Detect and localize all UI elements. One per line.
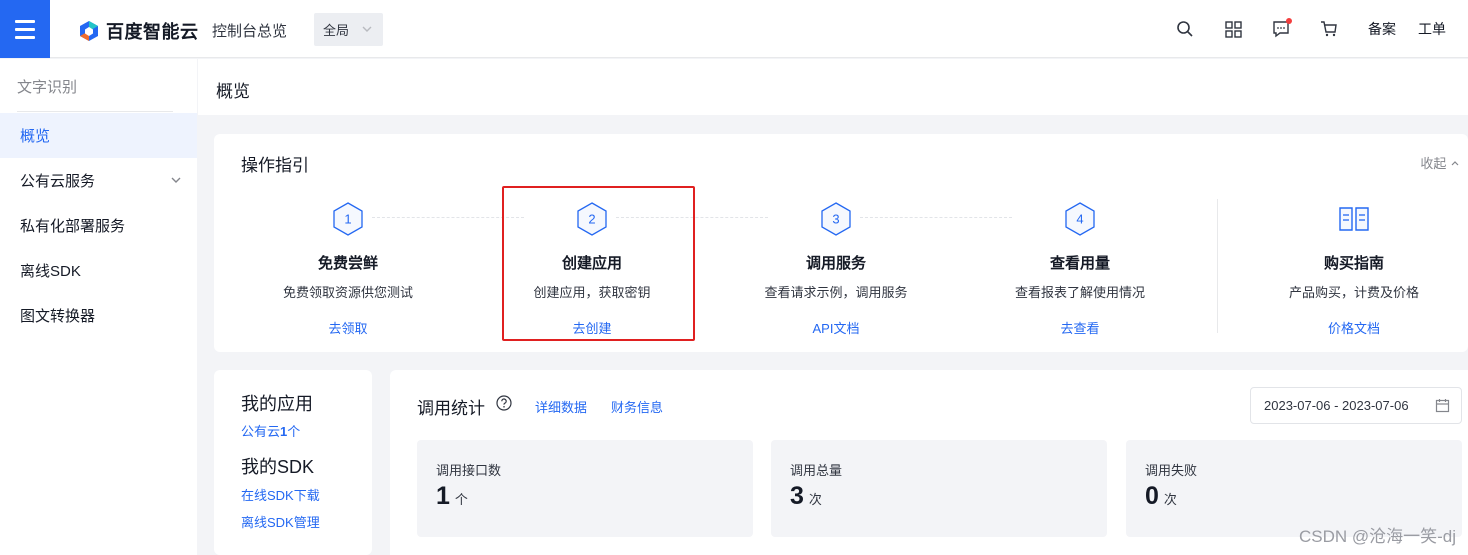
purchase-name: 购买指南 (1323, 255, 1384, 272)
svg-text:1: 1 (344, 212, 351, 227)
top-toolbar: 备案 工单 (1154, 0, 1468, 58)
sidebar: 文字识别 概览 公有云服务 私有化部署服务 离线SDK 图文转换器 (0, 59, 197, 555)
sidebar-item-label: 图文转换器 (20, 308, 96, 325)
operation-guide-panel: 操作指引 收起 1 免费尝鲜 免费领取资源供您测试 去领取 2 创建应用 创建应… (214, 134, 1468, 352)
sidebar-item-label: 离线SDK (20, 263, 81, 280)
guide-step: 3 调用服务 查看请求示例，调用服务 API文档 (714, 202, 958, 338)
help-icon[interactable] (496, 395, 512, 411)
finance-info-tab[interactable]: 财务信息 (611, 397, 663, 416)
stat-value-row: 0次 (1145, 482, 1177, 511)
divider (17, 111, 173, 112)
stat-label: 调用总量 (790, 463, 843, 478)
sidebar-title: 文字识别 (17, 79, 78, 96)
api-docs-link[interactable]: API文档 (813, 318, 860, 337)
step-name: 调用服务 (805, 255, 866, 272)
brand-logo[interactable]: 百度智能云 (78, 18, 199, 44)
public-cloud-apps-link[interactable]: 公有云1个 (241, 421, 300, 440)
stat-unit: 个 (454, 492, 468, 507)
ticket-link[interactable]: 工单 (1418, 19, 1446, 39)
stat-card-total-calls: 调用总量 3次 (771, 440, 1107, 537)
chevron-down-icon (362, 26, 372, 32)
pricing-docs-link[interactable]: 价格文档 (1328, 318, 1380, 337)
menu-icon[interactable] (0, 0, 50, 58)
chevron-up-icon (1451, 161, 1459, 166)
collapse-button[interactable]: 收起 (1420, 153, 1460, 172)
guide-step: 4 查看用量 查看报表了解使用情况 去查看 (958, 202, 1202, 338)
message-icon[interactable] (1264, 12, 1298, 46)
region-select[interactable]: 全局 (314, 13, 383, 46)
sidebar-item-overview[interactable]: 概览 (0, 113, 197, 158)
chevron-down-icon (171, 177, 181, 183)
offline-sdk-manage-link[interactable]: 离线SDK管理 (241, 512, 320, 531)
step-name: 查看用量 (1049, 255, 1110, 272)
region-value: 全局 (323, 23, 350, 38)
book-icon (1339, 207, 1369, 231)
sidebar-item-image-converter[interactable]: 图文转换器 (0, 293, 197, 338)
stat-value: 1 (436, 482, 450, 510)
purchase-guide: 购买指南 产品购买，计费及价格 价格文档 (1232, 202, 1468, 338)
stat-value: 0 (1145, 482, 1159, 510)
page-header: 概览 (198, 59, 1468, 115)
top-bar: 百度智能云 控制台总览 全局 备案 工单 (0, 0, 1468, 58)
step-desc: 免费领取资源供您测试 (282, 285, 413, 300)
cart-icon[interactable] (1312, 12, 1346, 46)
guide-step: 1 免费尝鲜 免费领取资源供您测试 去领取 (226, 202, 470, 338)
stat-unit: 次 (808, 492, 822, 507)
stat-unit: 次 (1163, 492, 1177, 507)
view-usage-link[interactable]: 去查看 (1060, 318, 1099, 337)
my-apps-title: 我的应用 (241, 394, 313, 414)
step-number-hex: 4 (1065, 202, 1095, 236)
filing-link[interactable]: 备案 (1368, 19, 1396, 39)
console-overview-link[interactable]: 控制台总览 (212, 20, 287, 41)
online-sdk-download-link[interactable]: 在线SDK下载 (241, 485, 320, 504)
detail-data-tab[interactable]: 详细数据 (535, 397, 587, 416)
step-name: 免费尝鲜 (317, 255, 378, 272)
sidebar-item-private-deploy[interactable]: 私有化部署服务 (0, 203, 197, 248)
step-number-hex: 1 (333, 202, 363, 236)
step-desc: 查看报表了解使用情况 (1014, 285, 1145, 300)
grid-icon[interactable] (1216, 12, 1250, 46)
sidebar-item-public-cloud[interactable]: 公有云服务 (0, 158, 197, 203)
sidebar-item-offline-sdk[interactable]: 离线SDK (0, 248, 197, 293)
stats-title: 调用统计 (417, 399, 485, 418)
annotation-highlight-box (502, 186, 695, 341)
public-cloud-label: 公有云 (241, 424, 281, 439)
date-range-picker[interactable]: 2023-07-06 - 2023-07-06 (1250, 387, 1462, 424)
sidebar-item-label: 私有化部署服务 (20, 218, 126, 235)
stat-label: 调用接口数 (436, 463, 502, 478)
step-desc: 查看请求示例，调用服务 (764, 285, 908, 300)
watermark: CSDN @沧海一笑-dj (1298, 527, 1456, 546)
sidebar-item-label: 公有云服务 (20, 173, 96, 190)
my-sdk-title: 我的SDK (241, 457, 315, 477)
my-apps-panel: 我的应用 公有云1个 我的SDK 在线SDK下载 离线SDK管理 (214, 370, 372, 555)
app-count-unit: 个 (287, 424, 301, 439)
claim-free-link[interactable]: 去领取 (328, 318, 367, 337)
purchase-desc: 产品购买，计费及价格 (1288, 285, 1419, 300)
sidebar-item-label: 概览 (20, 128, 51, 145)
guide-title: 操作指引 (241, 156, 309, 175)
brand-name: 百度智能云 (106, 22, 199, 42)
search-icon[interactable] (1168, 12, 1202, 46)
stat-value-row: 1个 (436, 482, 468, 511)
stat-label: 调用失败 (1145, 463, 1198, 478)
page-title: 概览 (216, 82, 250, 101)
collapse-label: 收起 (1420, 156, 1447, 171)
step-number-hex: 3 (821, 202, 851, 236)
stat-value-row: 3次 (790, 482, 822, 511)
stat-card-interfaces: 调用接口数 1个 (417, 440, 753, 537)
notification-dot (1286, 18, 1292, 24)
stat-value: 3 (790, 482, 804, 510)
date-range-value: 2023-07-06 - 2023-07-06 (1264, 398, 1409, 413)
svg-text:4: 4 (1076, 212, 1083, 227)
svg-text:3: 3 (832, 212, 839, 227)
brand-logo-icon (80, 21, 98, 41)
calendar-icon (1435, 399, 1450, 413)
divider (1217, 199, 1218, 333)
